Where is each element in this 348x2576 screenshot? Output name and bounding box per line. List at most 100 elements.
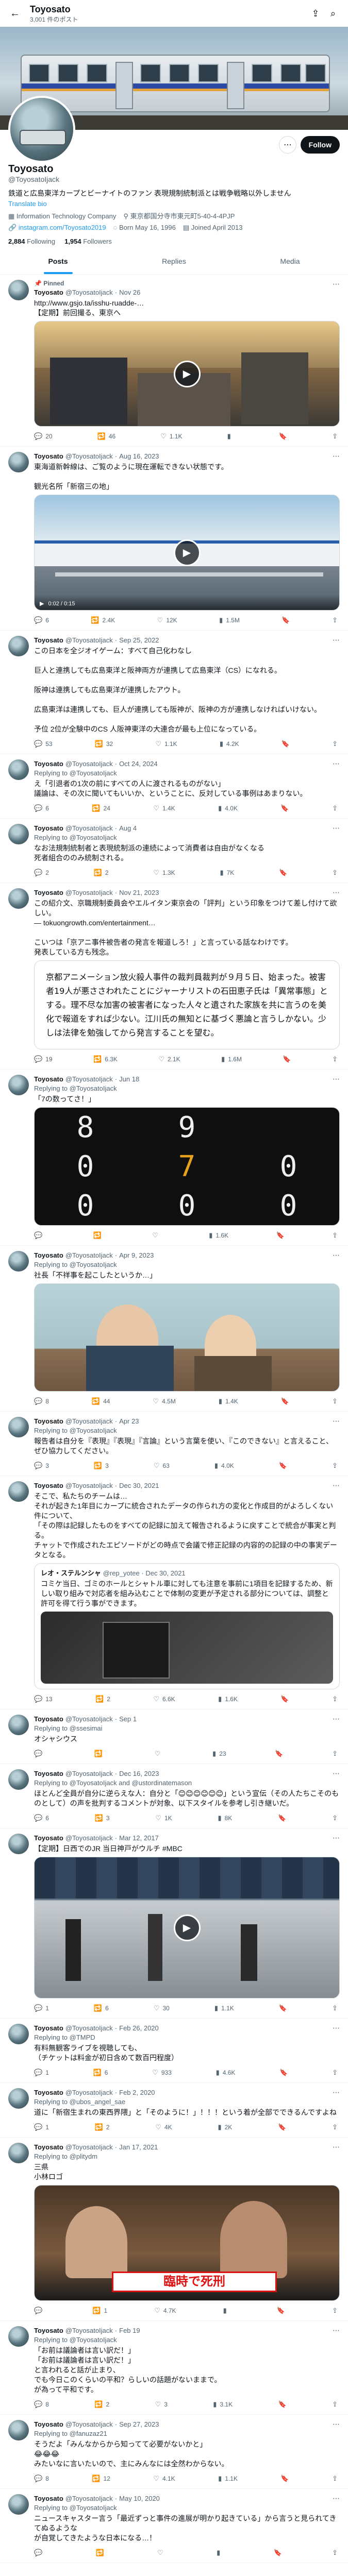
- post-more-icon[interactable]: ⋯: [333, 2326, 340, 2335]
- post-avatar[interactable]: [8, 1481, 29, 1502]
- post-author-handle[interactable]: @ToyosatoIjack: [65, 1715, 113, 1724]
- post-item[interactable]: Toyosato @ToyosatoIjack · Dec 16, 2023 Reply…: [0, 1764, 348, 1828]
- post-author-name[interactable]: Toyosato: [34, 2143, 63, 2152]
- repost-button[interactable]: 🔁 6: [93, 2069, 108, 2077]
- tab-replies[interactable]: Replies: [116, 248, 232, 274]
- post-author-handle[interactable]: @ToyosatoIjack: [65, 1481, 113, 1490]
- post-item[interactable]: Toyosato @ToyosatoIjack · May 10, 2020 Reply…: [0, 2489, 348, 2563]
- repost-button[interactable]: 🔁 2.4K: [91, 616, 115, 624]
- reply-button[interactable]: 💬 53: [34, 740, 53, 748]
- post-item[interactable]: Toyosato @ToyosatoIjack · Apr 23 Replying to…: [0, 1412, 348, 1476]
- share-icon[interactable]: ⇪: [307, 5, 324, 22]
- replying-to[interactable]: Replying to @TMPD: [34, 2033, 340, 2042]
- post-author-handle[interactable]: @ToyosatoIjack: [65, 636, 113, 645]
- repost-button[interactable]: 🔁 1: [92, 2307, 107, 2315]
- share-post-button[interactable]: ⇪: [332, 2307, 338, 2315]
- repost-button[interactable]: 🔁: [94, 1750, 106, 1758]
- replying-to[interactable]: Replying to @plitydm: [34, 2152, 340, 2161]
- post-author-handle[interactable]: @ToyosatoIjack: [65, 2088, 113, 2097]
- share-post-button[interactable]: ⇪: [332, 1231, 338, 1240]
- repost-button[interactable]: 🔁 3: [95, 1814, 110, 1822]
- post-date[interactable]: Dec 16, 2023: [119, 1769, 159, 1778]
- post-more-icon[interactable]: ⋯: [333, 1251, 340, 1260]
- repost-button[interactable]: 🔁 2: [94, 869, 109, 877]
- post-more-icon[interactable]: ⋯: [333, 280, 340, 289]
- post-item[interactable]: 📌 Pinned Toyosato @ToyosatoIjack · Nov 26 htt…: [0, 275, 348, 447]
- post-author-name[interactable]: Toyosato: [34, 759, 63, 769]
- post-avatar[interactable]: [8, 888, 29, 909]
- replying-to[interactable]: Replying to @fanuzaz21: [34, 2429, 340, 2438]
- views-button[interactable]: ▮: [227, 432, 234, 440]
- post-author-name[interactable]: Toyosato: [34, 2420, 63, 2429]
- post-avatar[interactable]: [8, 2143, 29, 2163]
- post-more-icon[interactable]: ⋯: [333, 1769, 340, 1778]
- post-image-anime[interactable]: [34, 1283, 340, 1392]
- post-author-name[interactable]: Toyosato: [34, 452, 63, 461]
- bookmark-button[interactable]: 🔖: [281, 616, 290, 624]
- post-more-icon[interactable]: ⋯: [333, 1481, 340, 1490]
- post-author-handle[interactable]: @ToyosatoIjack: [65, 1251, 113, 1260]
- post-item[interactable]: Toyosato @ToyosatoIjack · Feb 2, 2020 Replyi…: [0, 2083, 348, 2138]
- bookmark-button[interactable]: 🔖: [278, 1814, 286, 1822]
- post-more-icon[interactable]: ⋯: [333, 1715, 340, 1723]
- like-button[interactable]: ♡: [152, 1231, 161, 1240]
- tab-media[interactable]: Media: [232, 248, 348, 274]
- reply-button[interactable]: 💬 20: [34, 432, 53, 440]
- play-icon[interactable]: ▶: [173, 360, 201, 387]
- post-avatar[interactable]: [8, 2326, 29, 2347]
- replying-to[interactable]: Replying to @ubos_angel_sae: [34, 2097, 340, 2107]
- post-more-icon[interactable]: ⋯: [333, 2420, 340, 2429]
- views-button[interactable]: ▮ 1.6K: [209, 1231, 228, 1240]
- post-date[interactable]: Feb 19: [119, 2326, 140, 2335]
- post-author-name[interactable]: Toyosato: [34, 2024, 63, 2033]
- post-avatar[interactable]: [8, 1834, 29, 1854]
- post-author-handle[interactable]: @ToyosatoIjack: [65, 452, 113, 461]
- share-post-button[interactable]: ⇪: [332, 1397, 338, 1405]
- post-more-icon[interactable]: ⋯: [333, 2494, 340, 2503]
- post-more-icon[interactable]: ⋯: [333, 636, 340, 645]
- share-post-button[interactable]: ⇪: [332, 2475, 338, 2483]
- post-author-name[interactable]: Toyosato: [34, 1481, 63, 1490]
- follow-button[interactable]: Follow: [300, 136, 340, 154]
- like-button[interactable]: ♡ 1.1K: [155, 740, 177, 748]
- share-post-button[interactable]: ⇪: [332, 869, 338, 877]
- repost-button[interactable]: 🔁 2: [95, 2123, 110, 2131]
- post-avatar[interactable]: [8, 759, 29, 780]
- post-author-name[interactable]: Toyosato: [34, 824, 63, 833]
- post-more-icon[interactable]: ⋯: [333, 824, 340, 833]
- views-button[interactable]: ▮ 4.0K: [214, 1462, 234, 1470]
- views-button[interactable]: ▮ 4.6K: [216, 2069, 236, 2077]
- bookmark-button[interactable]: 🔖: [276, 1231, 285, 1240]
- post-date[interactable]: Apr 9, 2023: [119, 1251, 154, 1260]
- share-post-button[interactable]: ⇪: [332, 616, 338, 624]
- post-video[interactable]: ▶: [34, 321, 340, 427]
- followers-count[interactable]: 1,954 Followers: [64, 238, 112, 245]
- post-author-name[interactable]: Toyosato: [34, 1769, 63, 1778]
- bookmark-button[interactable]: 🔖: [281, 1397, 289, 1405]
- repost-button[interactable]: 🔁 2: [94, 2400, 109, 2409]
- post-more-icon[interactable]: ⋯: [333, 1834, 340, 1842]
- post-item[interactable]: Toyosato @ToyosatoIjack · Feb 26, 2020 Reply…: [0, 2019, 348, 2083]
- tab-posts[interactable]: Posts: [0, 248, 116, 274]
- reply-button[interactable]: 💬 6: [34, 616, 49, 624]
- post-author-name[interactable]: Toyosato: [34, 636, 63, 645]
- repost-button[interactable]: 🔁 32: [95, 740, 113, 748]
- views-button[interactable]: ▮ 23: [212, 1750, 226, 1758]
- replying-to[interactable]: Replying to @ssesimai: [34, 1724, 340, 1733]
- post-author-handle[interactable]: @ToyosatoIjack: [65, 1769, 113, 1778]
- post-avatar[interactable]: [8, 452, 29, 472]
- post-date[interactable]: Apr 23: [119, 1417, 139, 1426]
- views-button[interactable]: ▮ 7K: [220, 869, 234, 877]
- repost-button[interactable]: 🔁 46: [97, 432, 116, 440]
- post-author-name[interactable]: Toyosato: [34, 288, 63, 297]
- post-more-icon[interactable]: ⋯: [333, 2088, 340, 2097]
- bookmark-button[interactable]: 🔖: [274, 2549, 282, 2557]
- post-date[interactable]: Sep 25, 2022: [119, 636, 159, 645]
- post-date[interactable]: Mar 12, 2017: [119, 1834, 159, 1843]
- replying-to[interactable]: Replying to @ToyosatoIjack: [34, 1084, 340, 1093]
- post-more-icon[interactable]: ⋯: [333, 1075, 340, 1083]
- share-post-button[interactable]: ⇪: [332, 2004, 338, 2012]
- post-author-handle[interactable]: @ToyosatoIjack: [65, 1834, 113, 1843]
- post-author-name[interactable]: Toyosato: [34, 888, 63, 897]
- post-author-handle[interactable]: @ToyosatoIjack: [65, 2420, 113, 2429]
